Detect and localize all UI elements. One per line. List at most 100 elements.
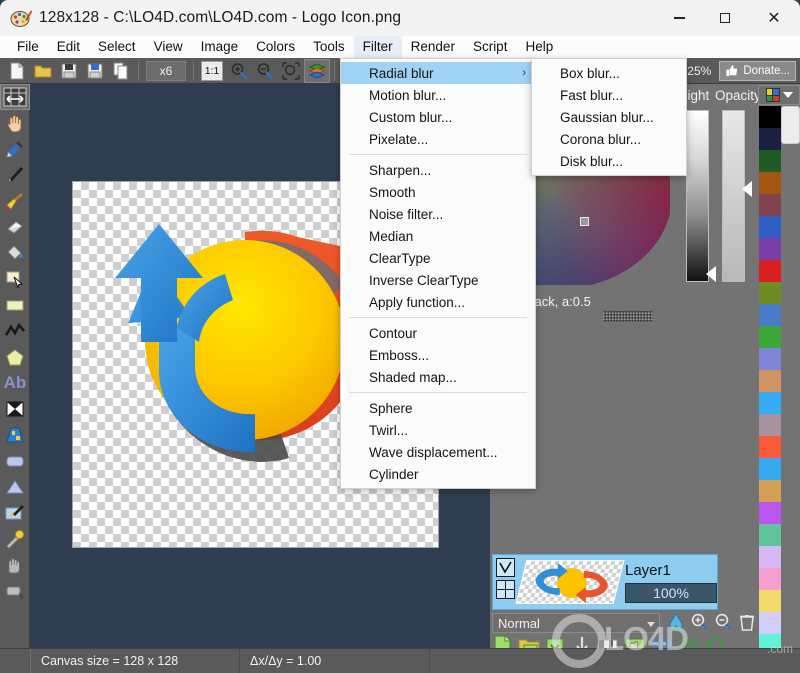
- menu-item-median[interactable]: Median: [341, 225, 535, 247]
- menu-item-shaded-map[interactable]: Shaded map...: [341, 366, 535, 388]
- menu-item-sharpen[interactable]: Sharpen...: [341, 159, 535, 181]
- palette-swatch[interactable]: [759, 524, 781, 546]
- submenu-item-gaussian-blur[interactable]: Gaussian blur...: [532, 106, 686, 128]
- menu-item-emboss[interactable]: Emboss...: [341, 344, 535, 366]
- zoom-fit-icon[interactable]: [278, 59, 304, 83]
- menu-view[interactable]: View: [145, 36, 192, 58]
- menu-file[interactable]: File: [8, 36, 48, 58]
- palette-swatch[interactable]: [759, 480, 781, 502]
- menu-edit[interactable]: Edit: [48, 36, 89, 58]
- tool-rounded-rect[interactable]: [0, 448, 30, 474]
- palette-swatch[interactable]: [759, 414, 781, 436]
- submenu-item-corona-blur[interactable]: Corona blur...: [532, 128, 686, 150]
- menu-item-motion-blur[interactable]: Motion blur...: [341, 84, 535, 106]
- layer-name[interactable]: Layer1: [625, 562, 717, 580]
- layer-opacity[interactable]: 100%: [625, 582, 717, 603]
- menu-tools[interactable]: Tools: [304, 36, 354, 58]
- palette-swatch[interactable]: [759, 128, 781, 150]
- tool-retouch[interactable]: [0, 500, 30, 526]
- alpha-drop-icon[interactable]: [668, 612, 684, 634]
- zoom-in-icon[interactable]: [226, 59, 252, 83]
- menu-filter[interactable]: Filter: [353, 36, 402, 58]
- tool-clone[interactable]: [0, 578, 30, 604]
- tool-text[interactable]: Ab: [0, 370, 30, 396]
- menu-select[interactable]: Select: [89, 36, 145, 58]
- menu-item-pixelate[interactable]: Pixelate...: [341, 128, 535, 150]
- actual-size-button[interactable]: 1:1: [201, 60, 223, 81]
- filter-dropdown-menu[interactable]: Radial blur › Motion blur... Custom blur…: [340, 58, 536, 489]
- zoom-out-icon[interactable]: [715, 613, 732, 633]
- tool-distort[interactable]: [0, 396, 30, 422]
- save-as-button[interactable]: [82, 59, 108, 83]
- menu-item-wave-displacement[interactable]: Wave displacement...: [341, 441, 535, 463]
- layer-thumbnail[interactable]: [515, 560, 625, 604]
- zoom-in-icon[interactable]: [691, 613, 708, 633]
- tool-smudge[interactable]: [0, 552, 30, 578]
- palette-swatch[interactable]: [759, 304, 781, 326]
- menu-item-contour[interactable]: Contour: [341, 322, 535, 344]
- menu-help[interactable]: Help: [516, 36, 562, 58]
- submenu-item-fast-blur[interactable]: Fast blur...: [532, 84, 686, 106]
- color-wheel-marker[interactable]: [580, 217, 589, 226]
- palette-swatch[interactable]: [759, 546, 781, 568]
- zoom-out-icon[interactable]: [252, 59, 278, 83]
- palette-swatch[interactable]: [759, 568, 781, 590]
- light-slider[interactable]: [686, 110, 709, 282]
- palette-swatch[interactable]: [759, 458, 781, 480]
- palette-swatch[interactable]: [759, 238, 781, 260]
- menu-render[interactable]: Render: [402, 36, 464, 58]
- current-color-swatch[interactable]: [781, 106, 800, 144]
- palette-selector[interactable]: [758, 85, 800, 105]
- donate-button[interactable]: Donate...: [719, 60, 796, 81]
- tool-brush[interactable]: [0, 188, 30, 214]
- tool-hand[interactable]: [0, 110, 30, 136]
- zoom-factor-display[interactable]: x6: [146, 60, 186, 81]
- tool-triangle[interactable]: [0, 474, 30, 500]
- dither-pattern-preview[interactable]: [603, 311, 653, 322]
- menu-item-cleartype[interactable]: ClearType: [341, 247, 535, 269]
- tool-polygon[interactable]: [0, 344, 30, 370]
- menu-item-twirl[interactable]: Twirl...: [341, 419, 535, 441]
- palette-swatch[interactable]: [759, 216, 781, 238]
- palette-swatch[interactable]: [759, 436, 781, 458]
- menu-item-apply-function[interactable]: Apply function...: [341, 291, 535, 313]
- submenu-item-box-blur[interactable]: Box blur...: [532, 62, 686, 84]
- menu-item-radial-blur[interactable]: Radial blur ›: [341, 62, 535, 84]
- tool-resize[interactable]: [0, 84, 30, 110]
- palette-swatch[interactable]: [759, 502, 781, 524]
- layer-row[interactable]: Layer1 100%: [492, 554, 718, 610]
- delete-layer-icon[interactable]: [739, 613, 755, 634]
- tool-fill[interactable]: [0, 240, 30, 266]
- submenu-item-disk-blur[interactable]: Disk blur...: [532, 150, 686, 172]
- menu-image[interactable]: Image: [192, 36, 248, 58]
- tool-magic-wand[interactable]: [0, 526, 30, 552]
- layer-alpha-checkbox[interactable]: [496, 580, 515, 599]
- menu-script[interactable]: Script: [464, 36, 517, 58]
- palette-swatch[interactable]: [759, 392, 781, 414]
- menu-item-sphere[interactable]: Sphere: [341, 397, 535, 419]
- tool-curve[interactable]: [0, 318, 30, 344]
- tool-rectangle[interactable]: [0, 292, 30, 318]
- menu-item-custom-blur[interactable]: Custom blur...: [341, 106, 535, 128]
- palette-swatch[interactable]: [759, 260, 781, 282]
- close-button[interactable]: ✕: [748, 0, 800, 36]
- palette-swatch[interactable]: [759, 370, 781, 392]
- menu-item-smooth[interactable]: Smooth: [341, 181, 535, 203]
- maximize-button[interactable]: [702, 0, 748, 36]
- menu-item-inverse-cleartype[interactable]: Inverse ClearType: [341, 269, 535, 291]
- copy-button[interactable]: [108, 59, 134, 83]
- tool-eraser[interactable]: [0, 214, 30, 240]
- palette-swatch[interactable]: [759, 612, 781, 634]
- opacity-slider-knob[interactable]: [742, 181, 752, 197]
- palette-swatch[interactable]: [759, 590, 781, 612]
- tool-eyedropper[interactable]: [0, 136, 30, 162]
- palette-swatch[interactable]: [759, 348, 781, 370]
- layer-visible-checkbox[interactable]: [496, 558, 515, 577]
- palette-swatch-list[interactable]: [759, 106, 781, 673]
- save-button[interactable]: [56, 59, 82, 83]
- minimize-button[interactable]: [656, 0, 702, 36]
- layers-icon[interactable]: [304, 58, 330, 83]
- palette-swatch[interactable]: [759, 194, 781, 216]
- light-slider-knob[interactable]: [706, 266, 716, 282]
- palette-swatch[interactable]: [759, 282, 781, 304]
